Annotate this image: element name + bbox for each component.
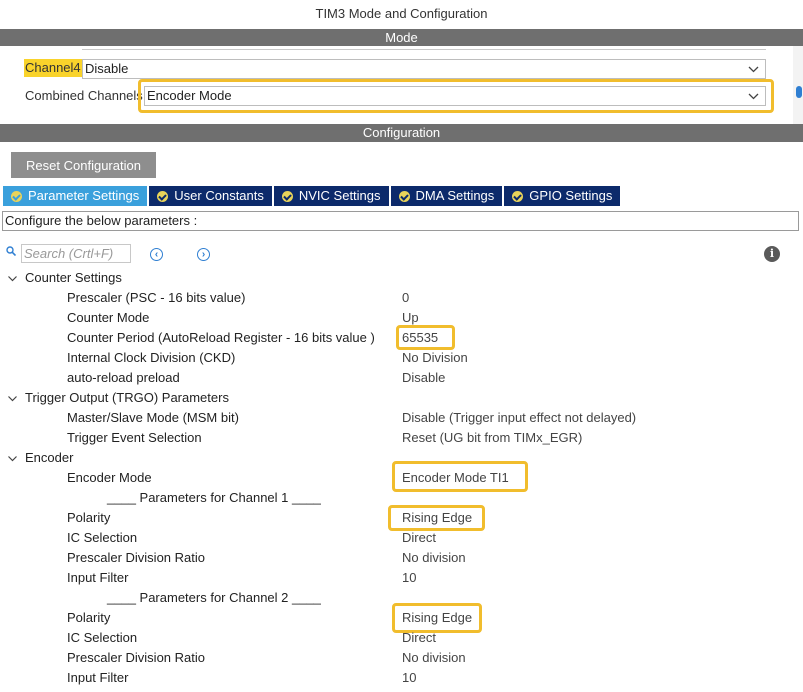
param-name: Prescaler Division Ratio [67, 650, 205, 665]
group-trgo-parameters[interactable]: Trigger Output (TRGO) Parameters [25, 389, 229, 407]
param-value[interactable]: Direct [402, 529, 436, 547]
tab-label: User Constants [174, 188, 264, 203]
highlight-box [392, 461, 528, 492]
reset-configuration-button[interactable]: Reset Configuration [11, 152, 156, 178]
param-name: Prescaler (PSC - 16 bits value) [67, 290, 246, 305]
group-counter-settings[interactable]: Counter Settings [25, 269, 122, 287]
window-title: TIM3 Mode and Configuration [315, 6, 488, 21]
param-name: Counter Mode [67, 310, 150, 325]
param-name: Master/Slave Mode (MSM bit) [67, 410, 239, 425]
channel4-select-value: Disable [85, 61, 129, 76]
param-name: Polarity [67, 510, 111, 525]
param-name: Input Filter [67, 670, 129, 685]
group-encoder[interactable]: Encoder [25, 449, 73, 467]
channel4-select[interactable]: Disable [82, 59, 766, 79]
tab-label: Parameter Settings [28, 188, 140, 203]
check-circle-icon [398, 190, 410, 202]
search-icon [6, 246, 16, 256]
mode-section-header: Mode [0, 29, 803, 46]
chevron-down-icon[interactable] [8, 394, 17, 403]
tab-dma-settings[interactable]: DMA Settings [390, 186, 503, 206]
param-name: Prescaler Division Ratio [67, 550, 205, 565]
configuration-section-header: Configuration [0, 124, 803, 142]
channel2-subheader: ____ Parameters for Channel 2 ____ [107, 590, 321, 605]
param-value[interactable]: Reset (UG bit from TIMx_EGR) [402, 429, 582, 447]
tab-gpio-settings[interactable]: GPIO Settings [504, 186, 621, 206]
highlight-box [138, 79, 774, 113]
param-name: Encoder Mode [67, 470, 152, 485]
param-value[interactable]: No division [402, 549, 466, 567]
param-name: IC Selection [67, 630, 138, 645]
param-name: auto-reload preload [67, 370, 180, 385]
tab-label: GPIO Settings [529, 188, 613, 203]
param-name: IC Selection [67, 530, 138, 545]
description-box: Configure the below parameters : [2, 211, 799, 231]
channel4-label: Channel4 [24, 59, 82, 77]
chevron-down-icon[interactable] [8, 274, 17, 283]
param-value[interactable]: Disable [402, 369, 445, 387]
tab-nvic-settings[interactable]: NVIC Settings [273, 186, 389, 206]
info-icon[interactable]: i [764, 246, 780, 262]
tab-bar: Parameter Settings User Constants NVIC S… [3, 186, 622, 206]
divider [82, 49, 766, 50]
mode-scrollbar[interactable] [793, 46, 803, 124]
param-name: Internal Clock Division (CKD) [67, 350, 236, 365]
param-name: Input Filter [67, 570, 129, 585]
combined-channels-label: Combined Channels [25, 88, 143, 103]
param-value[interactable]: No Division [402, 349, 468, 367]
param-value[interactable]: 10 [402, 569, 416, 587]
highlight-box [388, 505, 485, 531]
channel1-subheader: ____ Parameters for Channel 1 ____ [107, 490, 321, 505]
check-circle-icon [11, 190, 22, 202]
chevron-down-icon[interactable] [8, 454, 17, 463]
param-value[interactable]: Disable (Trigger input effect not delaye… [402, 409, 636, 427]
param-value[interactable]: 0 [402, 289, 409, 307]
tab-label: DMA Settings [415, 188, 495, 203]
chevron-right-circle-icon[interactable]: › [197, 248, 210, 261]
highlight-box [396, 325, 455, 350]
search-input[interactable]: Search (Crtl+F) [21, 244, 131, 263]
mode-scrollbar-thumb[interactable] [796, 86, 802, 98]
check-circle-icon [281, 190, 293, 202]
check-circle-icon [512, 190, 524, 202]
param-value[interactable]: 10 [402, 669, 416, 687]
tab-label: NVIC Settings [298, 188, 381, 203]
check-circle-icon [157, 190, 169, 202]
param-name: Trigger Event Selection [67, 430, 202, 445]
tab-user-constants[interactable]: User Constants [149, 186, 272, 206]
param-name: Counter Period (AutoReload Register - 16… [67, 330, 375, 345]
chevron-left-circle-icon[interactable]: ‹ [150, 248, 163, 261]
param-name: Polarity [67, 610, 111, 625]
param-value[interactable]: Direct [402, 629, 436, 647]
tab-parameter-settings[interactable]: Parameter Settings [3, 186, 148, 206]
param-value[interactable]: No division [402, 649, 466, 667]
